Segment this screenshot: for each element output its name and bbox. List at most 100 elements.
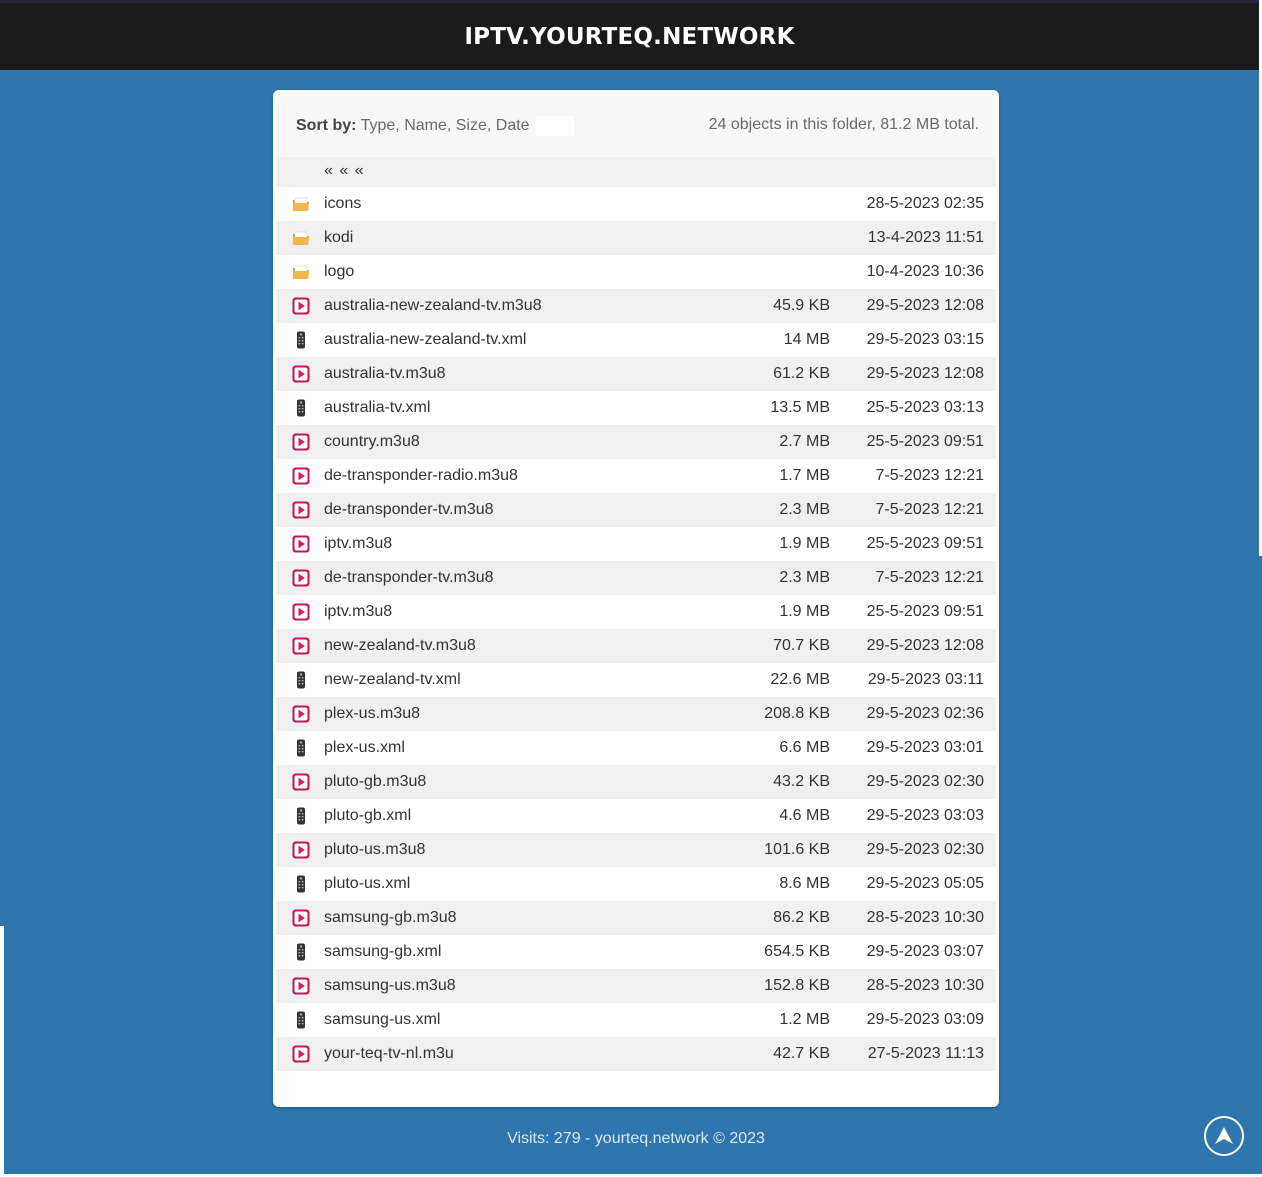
sort-input-box[interactable]	[536, 116, 575, 136]
file-row[interactable]: samsung-us.xml 1.2 MB 29-5-2023 03:09	[276, 1003, 996, 1037]
file-date: 25-5-2023 09:51	[866, 433, 984, 450]
play-file-icon	[292, 977, 310, 995]
file-size: 42.7 KB	[773, 1045, 830, 1062]
file-row[interactable]: plex-us.xml 6.6 MB 29-5-2023 03:01	[276, 731, 996, 765]
file-name-link[interactable]: your-teq-tv-nl.m3u	[324, 1045, 454, 1063]
file-date: 25-5-2023 09:51	[866, 603, 984, 620]
file-name-link[interactable]: kodi	[324, 229, 353, 247]
file-date: 29-5-2023 02:36	[866, 705, 984, 722]
file-size: 61.2 KB	[773, 365, 830, 382]
file-row[interactable]: australia-tv.m3u8 61.2 KB 29-5-2023 12:08	[276, 357, 996, 391]
file-name-link[interactable]: de-transponder-tv.m3u8	[324, 569, 494, 587]
file-row[interactable]: country.m3u8 2.7 MB 25-5-2023 09:51	[276, 425, 996, 459]
file-name-link[interactable]: new-zealand-tv.xml	[324, 671, 461, 689]
file-row[interactable]: pluto-us.xml 8.6 MB 29-5-2023 05:05	[276, 867, 996, 901]
file-name-link[interactable]: samsung-us.m3u8	[324, 977, 456, 995]
file-date: 29-5-2023 03:09	[866, 1011, 984, 1028]
file-row[interactable]: de-transponder-tv.m3u8 2.3 MB 7-5-2023 12:…	[276, 493, 996, 527]
back-to-top-button[interactable]	[1204, 1116, 1244, 1156]
file-row[interactable]: your-teq-tv-nl.m3u 42.7 KB 27-5-2023 11:13	[276, 1037, 996, 1071]
file-date: 29-5-2023 03:11	[867, 671, 984, 688]
sort-label: Sort by:	[296, 117, 357, 135]
file-name-link[interactable]: pluto-us.xml	[324, 875, 410, 893]
file-date: 13-4-2023 11:51	[867, 229, 984, 246]
file-row[interactable]: logo 10-4-2023 10:36	[276, 255, 996, 289]
file-row[interactable]: pluto-gb.m3u8 43.2 KB 29-5-2023 02:30	[276, 765, 996, 799]
file-row[interactable]: australia-tv.xml 13.5 MB 25-5-2023 03:13	[276, 391, 996, 425]
file-row[interactable]: iptv.m3u8 1.9 MB 25-5-2023 09:51	[276, 595, 996, 629]
file-name-link[interactable]: pluto-gb.m3u8	[324, 773, 426, 791]
file-name-link[interactable]: pluto-gb.xml	[324, 807, 411, 825]
file-row[interactable]: plex-us.m3u8 208.8 KB 29-5-2023 02:36	[276, 697, 996, 731]
file-row[interactable]: australia-new-zealand-tv.xml 14 MB 29-5-20…	[276, 323, 996, 357]
site-title[interactable]: IPTV.YOURTEQ.NETWORK	[464, 24, 794, 50]
file-date: 28-5-2023 10:30	[866, 977, 984, 994]
file-name-link[interactable]: country.m3u8	[324, 433, 420, 451]
file-row[interactable]: de-transponder-tv.m3u8 2.3 MB 7-5-2023 12:…	[276, 561, 996, 595]
file-name-link[interactable]: samsung-us.xml	[324, 1011, 440, 1029]
sort-options[interactable]: Type, Name, Size, Date	[361, 117, 530, 134]
file-size: 14 MB	[783, 331, 830, 348]
file-row[interactable]: australia-new-zealand-tv.m3u8 45.9 KB 29-5…	[276, 289, 996, 323]
file-listing-card: Sort by: Type, Name, Size, Date 24 objec…	[273, 90, 999, 1107]
play-file-icon	[292, 909, 310, 927]
file-row[interactable]: samsung-gb.m3u8 86.2 KB 28-5-2023 10:30	[276, 901, 996, 935]
play-file-icon	[292, 773, 310, 791]
file-name-link[interactable]: de-transponder-tv.m3u8	[324, 501, 494, 519]
file-name-link[interactable]: logo	[324, 263, 354, 281]
site-header: IPTV.YOURTEQ.NETWORK	[0, 3, 1259, 70]
file-name-link[interactable]: australia-new-zealand-tv.xml	[324, 331, 526, 349]
folder-icon	[292, 263, 310, 281]
parent-directory-row[interactable]: « « «	[276, 157, 996, 187]
file-name-link[interactable]: plex-us.xml	[324, 739, 405, 757]
file-date: 29-5-2023 05:05	[866, 875, 984, 892]
file-row[interactable]: samsung-gb.xml 654.5 KB 29-5-2023 03:07	[276, 935, 996, 969]
file-name-link[interactable]: australia-tv.xml	[324, 399, 430, 417]
file-name-link[interactable]: australia-tv.m3u8	[324, 365, 446, 383]
file-name-link[interactable]: australia-new-zealand-tv.m3u8	[324, 297, 542, 315]
file-size: 152.8 KB	[764, 977, 830, 994]
file-size: 208.8 KB	[764, 705, 830, 722]
file-size: 70.7 KB	[773, 637, 830, 654]
file-date: 7-5-2023 12:21	[875, 467, 984, 484]
file-name-link[interactable]: pluto-us.m3u8	[324, 841, 425, 859]
file-name-link[interactable]: plex-us.m3u8	[324, 705, 420, 723]
file-date: 7-5-2023 12:21	[875, 569, 984, 586]
file-row[interactable]: kodi 13-4-2023 11:51	[276, 221, 996, 255]
file-size: 1.2 MB	[779, 1011, 830, 1028]
file-name-link[interactable]: samsung-gb.xml	[324, 943, 441, 961]
file-row[interactable]: pluto-us.m3u8 101.6 KB 29-5-2023 02:30	[276, 833, 996, 867]
file-size: 45.9 KB	[773, 297, 830, 314]
file-name-link[interactable]: new-zealand-tv.m3u8	[324, 637, 476, 655]
file-row[interactable]: pluto-gb.xml 4.6 MB 29-5-2023 03:03	[276, 799, 996, 833]
file-date: 28-5-2023 10:30	[866, 909, 984, 926]
file-size: 6.6 MB	[779, 739, 830, 756]
file-date: 29-5-2023 02:30	[866, 773, 984, 790]
play-file-icon	[292, 501, 310, 519]
file-size: 1.9 MB	[779, 535, 830, 552]
file-date: 7-5-2023 12:21	[875, 501, 984, 518]
play-file-icon	[292, 365, 310, 383]
file-row[interactable]: new-zealand-tv.m3u8 70.7 KB 29-5-2023 12:0…	[276, 629, 996, 663]
play-file-icon	[292, 637, 310, 655]
parent-directory-link[interactable]: « « «	[324, 162, 365, 180]
file-row[interactable]: icons 28-5-2023 02:35	[276, 187, 996, 221]
play-file-icon	[292, 705, 310, 723]
file-size: 43.2 KB	[773, 773, 830, 790]
file-row[interactable]: de-transponder-radio.m3u8 1.7 MB 7-5-2023 …	[276, 459, 996, 493]
file-size: 654.5 KB	[764, 943, 830, 960]
remote-file-icon	[292, 331, 310, 349]
file-size: 8.6 MB	[779, 875, 830, 892]
file-name-link[interactable]: iptv.m3u8	[324, 603, 392, 621]
file-row[interactable]: samsung-us.m3u8 152.8 KB 28-5-2023 10:30	[276, 969, 996, 1003]
remote-file-icon	[292, 807, 310, 825]
file-name-link[interactable]: samsung-gb.m3u8	[324, 909, 457, 927]
remote-file-icon	[292, 1011, 310, 1029]
file-row[interactable]: iptv.m3u8 1.9 MB 25-5-2023 09:51	[276, 527, 996, 561]
play-file-icon	[292, 535, 310, 553]
file-name-link[interactable]: de-transponder-radio.m3u8	[324, 467, 518, 485]
file-name-link[interactable]: iptv.m3u8	[324, 535, 392, 553]
file-name-link[interactable]: icons	[324, 195, 361, 213]
file-size: 2.3 MB	[779, 501, 830, 518]
file-row[interactable]: new-zealand-tv.xml 22.6 MB 29-5-2023 03:11	[276, 663, 996, 697]
